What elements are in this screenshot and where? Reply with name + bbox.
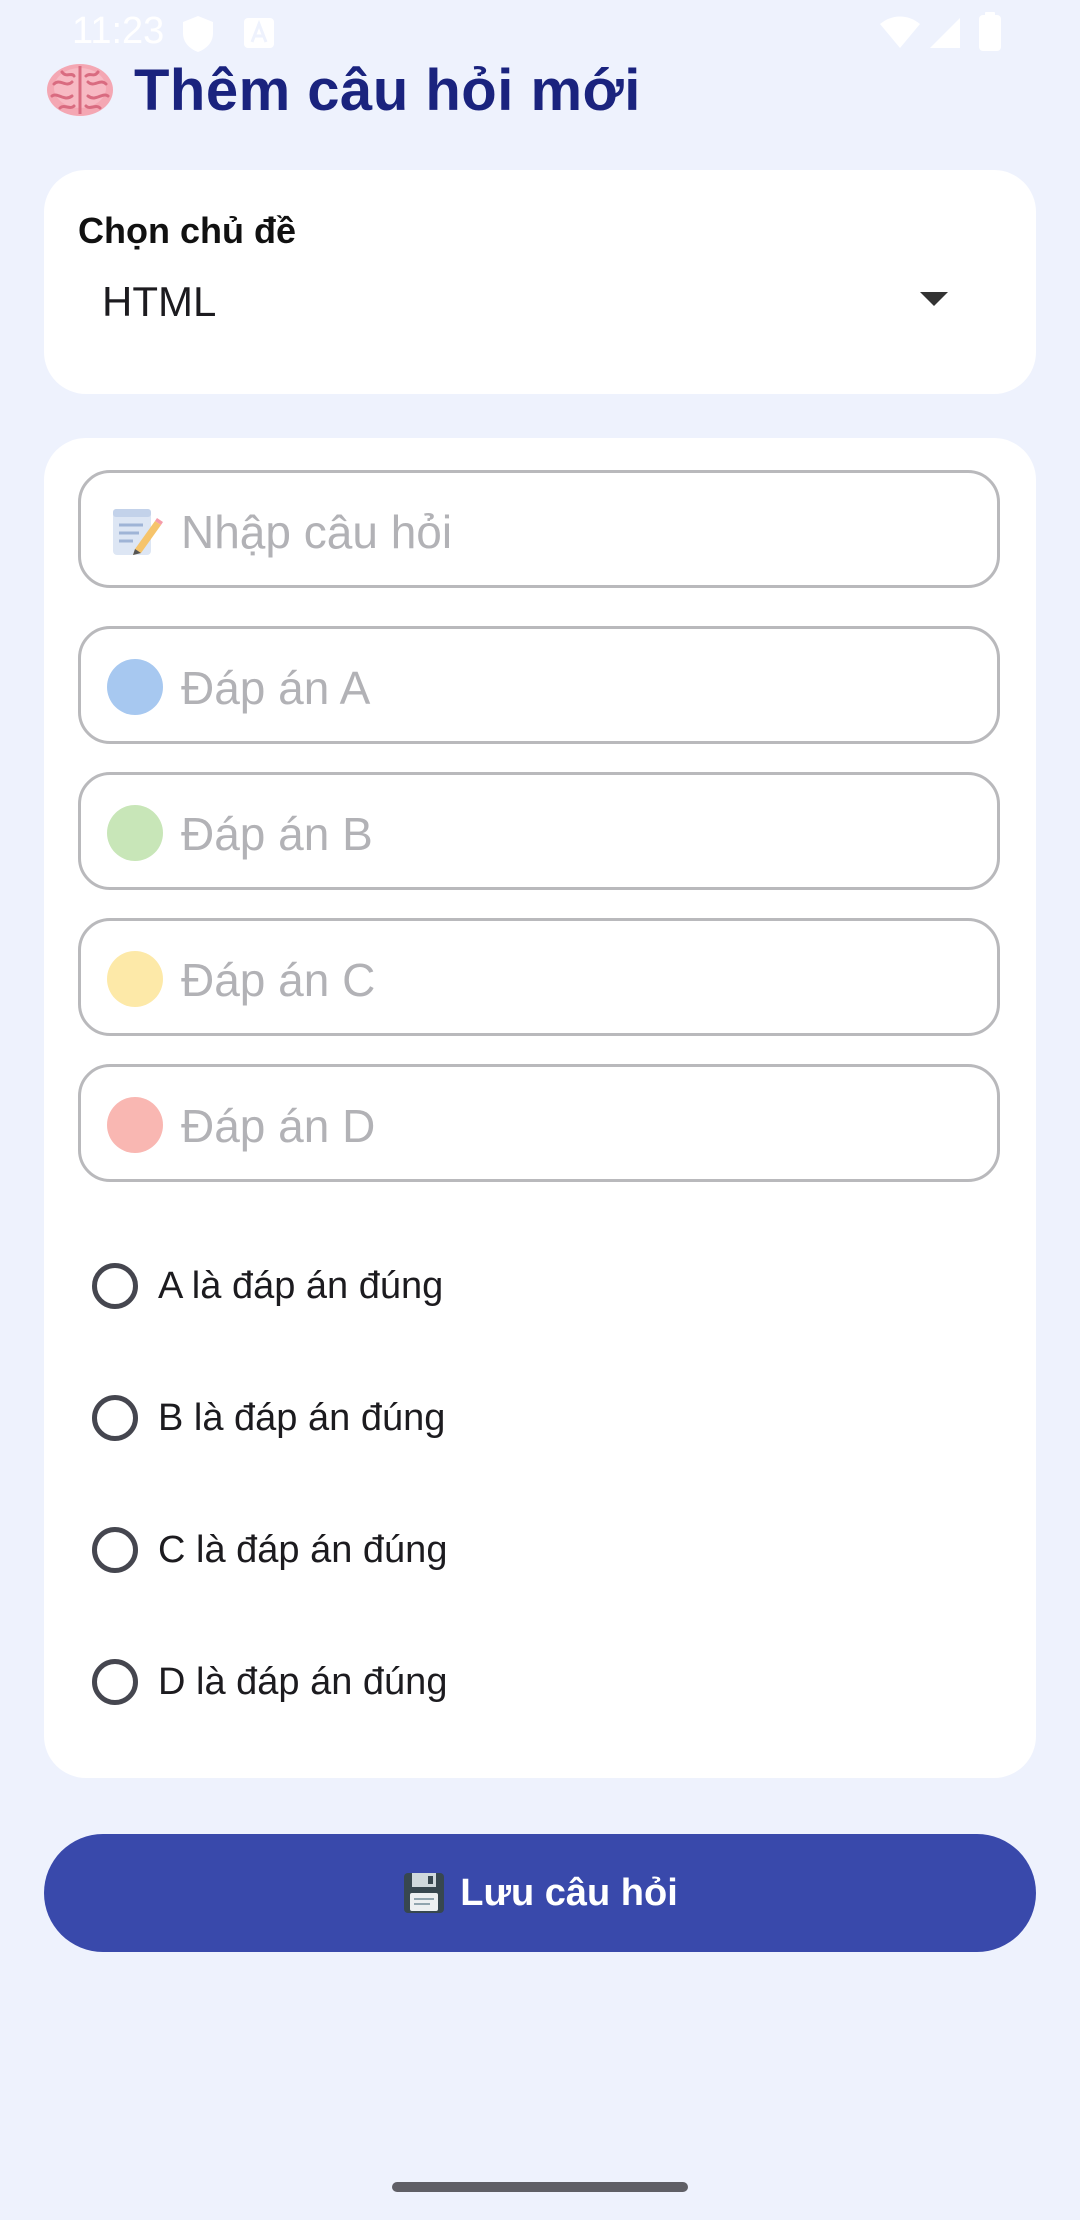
topic-dropdown[interactable]: HTML <box>78 256 998 346</box>
answer-d-input[interactable]: Đáp án D <box>78 1064 1000 1182</box>
signal-icon <box>930 18 960 48</box>
radio-label: D là đáp án đúng <box>158 1660 448 1703</box>
battery-icon <box>979 12 1001 51</box>
brain-icon <box>47 64 113 116</box>
question-input[interactable]: Nhập câu hỏi <box>78 470 1000 588</box>
answer-c-placeholder: Đáp án C <box>181 954 376 1006</box>
topic-card: Chọn chủ đề HTML <box>44 170 1036 394</box>
green-circle-icon <box>107 805 163 861</box>
radio-button[interactable] <box>92 1527 138 1573</box>
radio-correct-a[interactable]: A là đáp án đúng <box>92 1246 443 1326</box>
red-circle-icon <box>107 1097 163 1153</box>
radio-label: A là đáp án đúng <box>158 1264 444 1307</box>
radio-correct-c[interactable]: C là đáp án đúng <box>92 1510 447 1590</box>
radio-correct-b[interactable]: B là đáp án đúng <box>92 1378 445 1458</box>
shield-icon <box>183 16 213 52</box>
yellow-circle-icon <box>107 951 163 1007</box>
question-placeholder: Nhập câu hỏi <box>181 506 453 558</box>
dropdown-arrow-icon <box>920 292 948 306</box>
status-time: 11:23 <box>72 10 165 52</box>
answer-b-placeholder: Đáp án B <box>181 808 373 860</box>
floppy-disk-icon <box>404 1873 445 1913</box>
radio-button[interactable] <box>92 1395 138 1441</box>
radio-button[interactable] <box>92 1659 138 1705</box>
page-title: Thêm câu hỏi mới <box>134 57 641 123</box>
radio-correct-d[interactable]: D là đáp án đúng <box>92 1642 447 1722</box>
memo-pencil-icon <box>113 509 163 555</box>
answer-c-input[interactable]: Đáp án C <box>78 918 1000 1036</box>
save-question-button[interactable]: Lưu câu hỏi <box>44 1834 1036 1952</box>
home-indicator[interactable] <box>392 2182 688 2192</box>
answer-d-placeholder: Đáp án D <box>181 1100 376 1152</box>
radio-label: B là đáp án đúng <box>158 1396 446 1439</box>
answer-a-input[interactable]: Đáp án A <box>78 626 1000 744</box>
blue-circle-icon <box>107 659 163 715</box>
save-button-label: Lưu câu hỏi <box>460 1871 678 1914</box>
radio-button[interactable] <box>92 1263 138 1309</box>
answer-b-input[interactable]: Đáp án B <box>78 772 1000 890</box>
topic-selected-value: HTML <box>102 278 217 325</box>
topic-label: Chọn chủ đề <box>78 210 296 251</box>
wifi-icon <box>880 16 920 48</box>
title-row: Thêm câu hỏi mới <box>44 50 641 130</box>
radio-label: C là đáp án đúng <box>158 1528 448 1571</box>
answer-a-placeholder: Đáp án A <box>181 662 371 714</box>
a-keyboard-icon <box>244 18 274 48</box>
question-form-card: Nhập câu hỏi Đáp án A Đáp án B Đáp án C … <box>44 438 1036 1778</box>
